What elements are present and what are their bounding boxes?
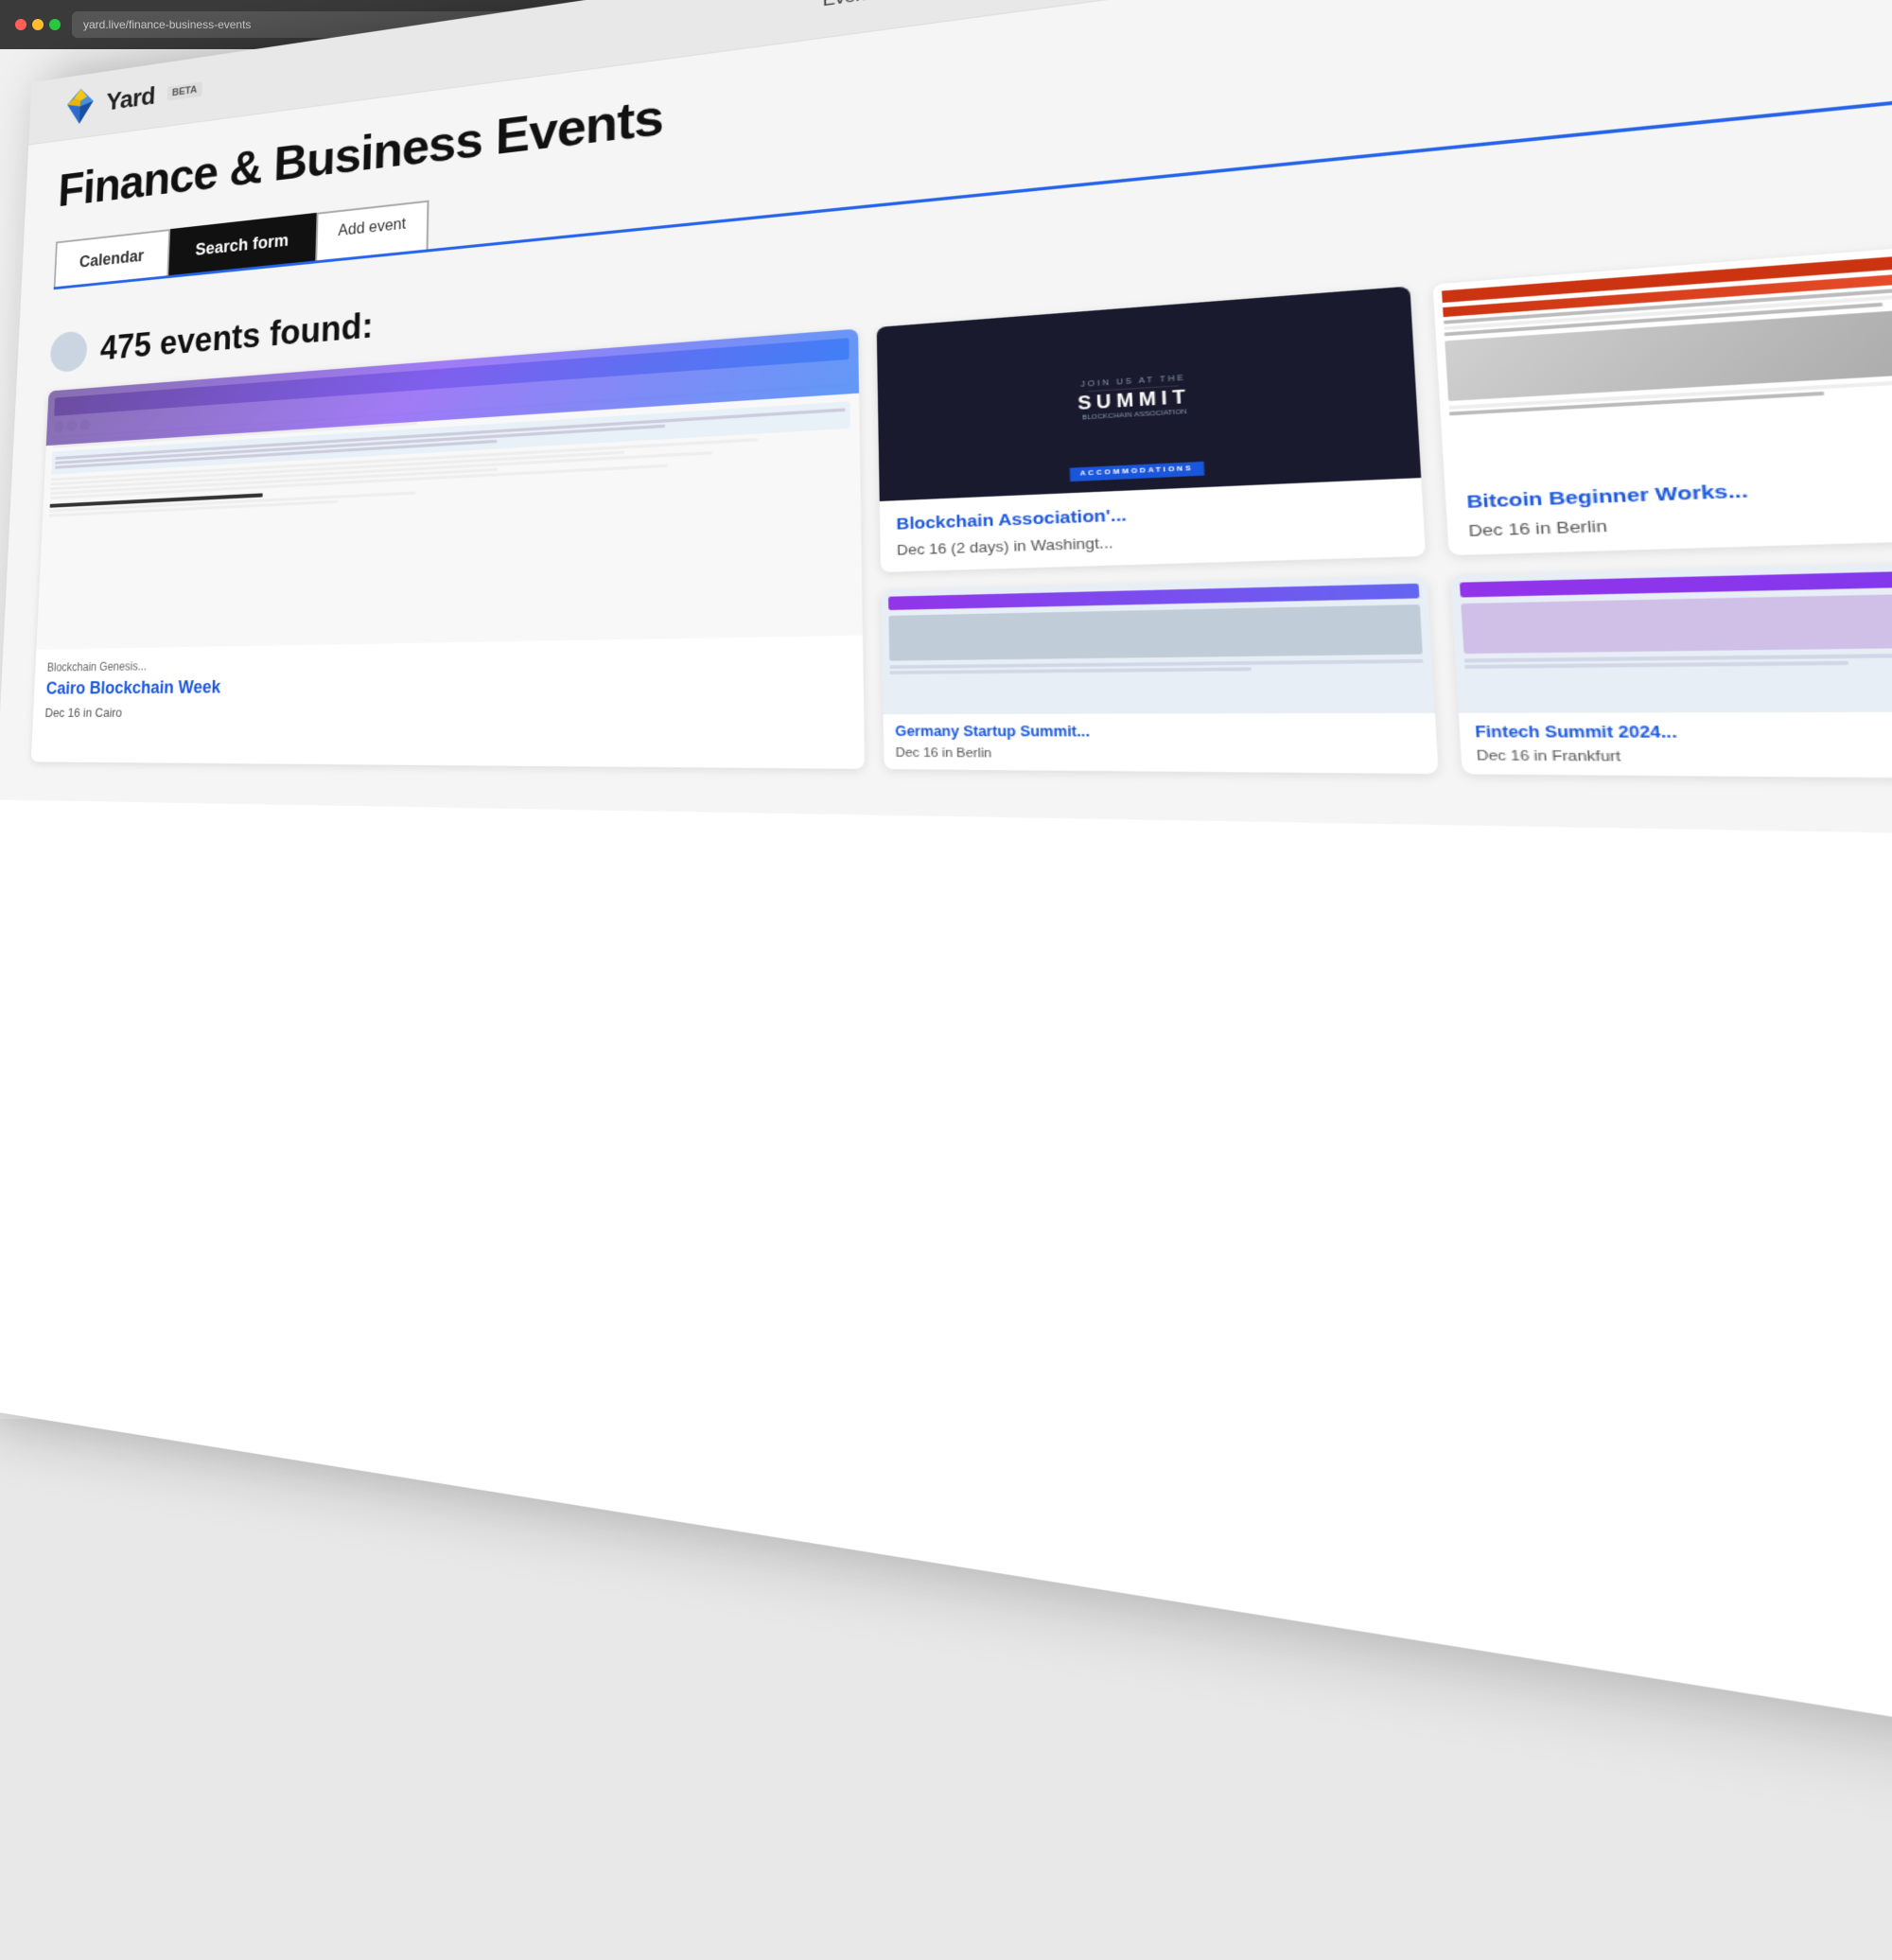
- cairo-card-body: Blockchain Genesis... Cairo Blockchain W…: [32, 636, 864, 732]
- tab-calendar[interactable]: Calendar: [54, 229, 170, 287]
- logo-icon: [61, 84, 99, 128]
- event-card-small-1[interactable]: Germany Startup Summit... Dec 16 in Berl…: [881, 575, 1439, 774]
- small-card-1-date: Dec 16 in Berlin: [896, 746, 1424, 763]
- logo-area[interactable]: Yard BETA: [61, 69, 202, 128]
- small-card-1-body: Germany Startup Summit... Dec 16 in Berl…: [883, 712, 1439, 774]
- maximize-window-btn[interactable]: [49, 19, 61, 30]
- small-card-1-title: Germany Startup Summit...: [895, 723, 1422, 743]
- tab-add-event[interactable]: Add event: [315, 201, 429, 261]
- nav-events[interactable]: Events ▲: [823, 0, 900, 11]
- event-card-bitcoin[interactable]: Bitcoin Beginner Works... Dec 16 in Berl…: [1433, 234, 1892, 555]
- url-text: yard.live/finance-business-events: [83, 18, 251, 31]
- cairo-card-date: Dec 16 in Cairo: [44, 701, 847, 719]
- event-card-cairo[interactable]: Blockchain Genesis... Cairo Blockchain W…: [31, 329, 865, 770]
- tab-search-form[interactable]: Search form: [168, 213, 316, 275]
- blockchain-assoc-card-image: JOIN US AT THE SUMMIT BLOCKCHAIN ASSOCIA…: [876, 287, 1421, 501]
- small-card-1-image: [881, 575, 1435, 713]
- cairo-card-title: Cairo Blockchain Week: [45, 670, 847, 701]
- bitcoin-card-image: [1433, 234, 1892, 477]
- small-card-2-body: Fintech Summit 2024... Dec 16 in Frankfu…: [1459, 711, 1892, 780]
- small-card-2-image: [1450, 557, 1892, 713]
- page-content: Yard BETA Events ▲ About ▼ Cards My Yar: [0, 0, 1892, 1960]
- close-window-btn[interactable]: [15, 19, 26, 30]
- event-card-small-2[interactable]: Fintech Summit 2024... Dec 16 in Frankfu…: [1450, 557, 1892, 780]
- small-card-2-date: Dec 16 in Frankfurt: [1476, 749, 1892, 769]
- cairo-card-image: [36, 329, 862, 650]
- logo-text: Yard: [106, 81, 156, 116]
- browser-window-controls: [15, 19, 61, 30]
- minimize-window-btn[interactable]: [32, 19, 44, 30]
- main-content: Finance & Business Events Calendar Searc…: [0, 0, 1892, 856]
- page-wrapper: Yard BETA Events ▲ About ▼ Cards My Yar: [0, 49, 1892, 1419]
- count-bubble: [49, 330, 87, 373]
- event-card-blockchain-assoc[interactable]: JOIN US AT THE SUMMIT BLOCKCHAIN ASSOCIA…: [876, 287, 1426, 572]
- small-card-2-title: Fintech Summit 2024...: [1475, 723, 1892, 744]
- logo-beta: BETA: [166, 81, 202, 100]
- results-count-text: 475 events found:: [99, 306, 374, 368]
